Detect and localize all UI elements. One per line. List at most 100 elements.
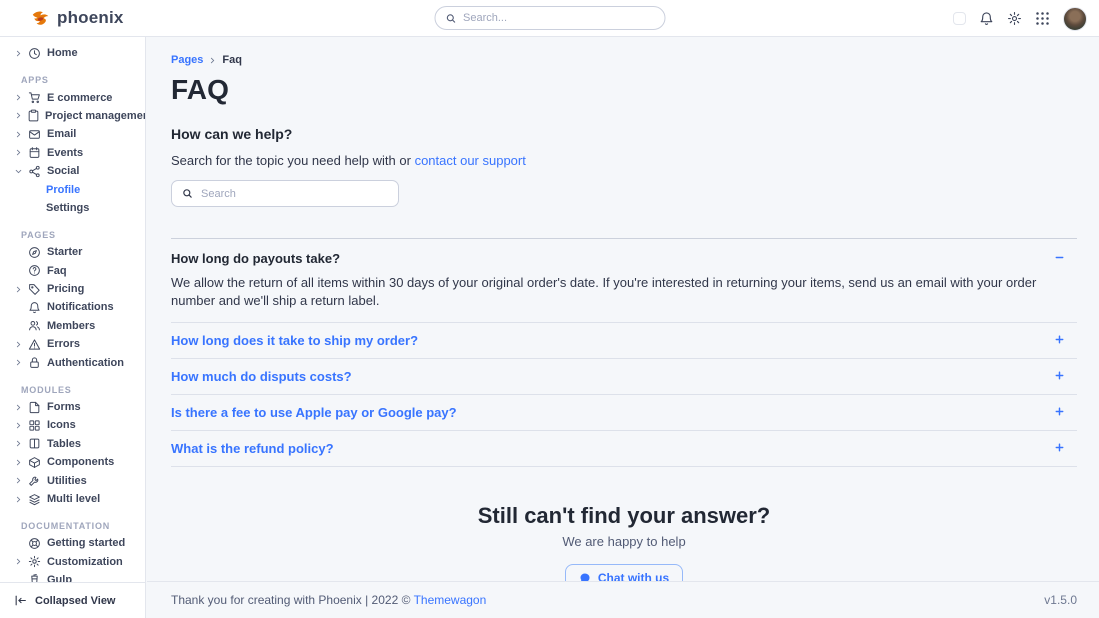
- topic-search-placeholder: Search: [201, 188, 236, 200]
- sidebar-item-e-commerce[interactable]: E commerce: [0, 88, 145, 106]
- faq-accordion: How long do payouts take? We allow the r…: [171, 238, 1077, 467]
- chat-button-label: Chat with us: [598, 571, 669, 581]
- sidebar-item-email[interactable]: Email: [0, 125, 145, 143]
- sidebar-item-tables[interactable]: Tables: [0, 435, 145, 453]
- sidebar-item-label: Tables: [47, 438, 81, 450]
- compass-icon: [28, 246, 42, 259]
- theme-toggle[interactable]: [953, 12, 966, 25]
- help-text-prefix: Search for the topic you need help with …: [171, 153, 411, 168]
- faq-question[interactable]: Is there a fee to use Apple pay or Googl…: [171, 405, 1043, 420]
- sidebar-item-pricing[interactable]: Pricing: [0, 280, 145, 298]
- sidebar-item-project-management[interactable]: Project management: [0, 107, 145, 125]
- phoenix-bird-icon: [31, 10, 50, 27]
- faq-item-shipping[interactable]: How long does it take to ship my order?: [171, 323, 1077, 359]
- sidebar-item-label: E commerce: [47, 92, 112, 104]
- sidebar-item-label: Settings: [46, 202, 89, 214]
- brand-name: phoenix: [57, 8, 124, 28]
- sidebar-item-label: Gulp: [47, 574, 72, 582]
- sidebar-item-label: Faq: [47, 265, 67, 277]
- sidebar-item-customization[interactable]: Customization: [0, 553, 145, 571]
- chevron-down-icon: [15, 168, 23, 175]
- brand-logo[interactable]: phoenix: [31, 8, 124, 28]
- sidebar-item-gulp[interactable]: Gulp: [0, 571, 145, 582]
- clock-icon: [28, 47, 42, 60]
- sidebar-item-multi-level[interactable]: Multi level: [0, 490, 145, 508]
- gear-icon: [28, 555, 42, 568]
- tag-icon: [28, 283, 42, 296]
- chevron-right-icon: [15, 558, 23, 565]
- nav-group-label-modules: MODULES: [21, 385, 145, 395]
- faq-item-refund-policy[interactable]: What is the refund policy?: [171, 431, 1077, 467]
- package-icon: [28, 456, 42, 469]
- clipboard-icon: [27, 109, 40, 122]
- plus-icon[interactable]: [1043, 370, 1077, 381]
- nav-group-label-pages: PAGES: [21, 230, 145, 240]
- sidebar-item-getting-started[interactable]: Getting started: [0, 534, 145, 552]
- help-text: Search for the topic you need help with …: [171, 153, 1077, 168]
- sidebar-item-faq[interactable]: Faq: [0, 262, 145, 280]
- sidebar-item-home[interactable]: Home: [0, 44, 145, 62]
- user-avatar[interactable]: [1063, 7, 1087, 31]
- grid-icon: [28, 419, 42, 432]
- sidebar-item-utilities[interactable]: Utilities: [0, 471, 145, 489]
- chevron-right-icon: [15, 112, 22, 119]
- wrench-icon: [28, 474, 42, 487]
- apps-grid-icon[interactable]: [1035, 11, 1050, 26]
- chevron-right-icon: [15, 286, 23, 293]
- sidebar-item-components[interactable]: Components: [0, 453, 145, 471]
- themewagon-link[interactable]: Themewagon: [414, 593, 487, 607]
- sidebar: Home APPS E commerce Project management …: [0, 37, 146, 618]
- footer-credit: Thank you for creating with Phoenix | 20…: [171, 593, 410, 607]
- header-search-input[interactable]: Search...: [434, 6, 665, 30]
- chevron-right-icon: [15, 94, 23, 101]
- sidebar-item-errors[interactable]: Errors: [0, 335, 145, 353]
- shopping-cart-icon: [28, 91, 42, 104]
- sidebar-item-starter[interactable]: Starter: [0, 243, 145, 261]
- breadcrumb: Pages Faq: [171, 54, 1077, 66]
- faq-question[interactable]: How long does it take to ship my order?: [171, 333, 1043, 348]
- cta-subtitle: We are happy to help: [171, 534, 1077, 549]
- sidebar-item-notifications[interactable]: Notifications: [0, 298, 145, 316]
- chevron-right-icon: [209, 57, 216, 64]
- bell-icon[interactable]: [979, 11, 994, 26]
- sidebar-item-icons[interactable]: Icons: [0, 416, 145, 434]
- help-heading: How can we help?: [171, 126, 1077, 142]
- plus-icon[interactable]: [1043, 334, 1077, 345]
- chevron-right-icon: [15, 131, 23, 138]
- plus-icon[interactable]: [1043, 406, 1077, 417]
- bell-icon: [28, 301, 42, 314]
- page-content: Pages Faq FAQ How can we help? Search fo…: [147, 37, 1099, 581]
- chat-with-us-button[interactable]: Chat with us: [565, 564, 683, 581]
- topic-search-input[interactable]: Search: [171, 180, 399, 207]
- sidebar-item-forms[interactable]: Forms: [0, 398, 145, 416]
- lock-icon: [28, 356, 42, 369]
- sidebar-item-social[interactable]: Social: [0, 162, 145, 180]
- chevron-right-icon: [15, 359, 23, 366]
- sidebar-item-settings[interactable]: Settings: [0, 199, 145, 217]
- faq-item-payouts[interactable]: How long do payouts take? We allow the r…: [171, 239, 1077, 323]
- collapsed-view-toggle[interactable]: Collapsed View: [0, 582, 145, 618]
- breadcrumb-pages-link[interactable]: Pages: [171, 54, 203, 66]
- faq-question[interactable]: How long do payouts take?: [171, 251, 1043, 266]
- faq-question[interactable]: What is the refund policy?: [171, 441, 1043, 456]
- nav-group-label-apps: APPS: [21, 75, 145, 85]
- faq-question[interactable]: How much do disputs costs?: [171, 369, 1043, 384]
- minus-icon[interactable]: [1043, 252, 1077, 263]
- share-icon: [28, 165, 42, 178]
- sidebar-item-label: Members: [47, 320, 95, 332]
- sidebar-item-label: Email: [47, 128, 76, 140]
- faq-item-disputes[interactable]: How much do disputs costs?: [171, 359, 1077, 395]
- sidebar-item-members[interactable]: Members: [0, 317, 145, 335]
- sidebar-item-events[interactable]: Events: [0, 144, 145, 162]
- sidebar-item-authentication[interactable]: Authentication: [0, 353, 145, 371]
- faq-item-apple-google-pay[interactable]: Is there a fee to use Apple pay or Googl…: [171, 395, 1077, 431]
- gear-icon[interactable]: [1007, 11, 1022, 26]
- contact-support-link[interactable]: contact our support: [415, 153, 526, 168]
- collapsed-view-label: Collapsed View: [35, 595, 116, 607]
- plus-icon[interactable]: [1043, 442, 1077, 453]
- top-header: phoenix Search...: [0, 0, 1099, 37]
- mail-icon: [28, 128, 42, 141]
- sidebar-item-profile[interactable]: Profile: [0, 180, 145, 198]
- footer-text: Thank you for creating with Phoenix | 20…: [171, 593, 486, 607]
- chevron-right-icon: [15, 50, 23, 57]
